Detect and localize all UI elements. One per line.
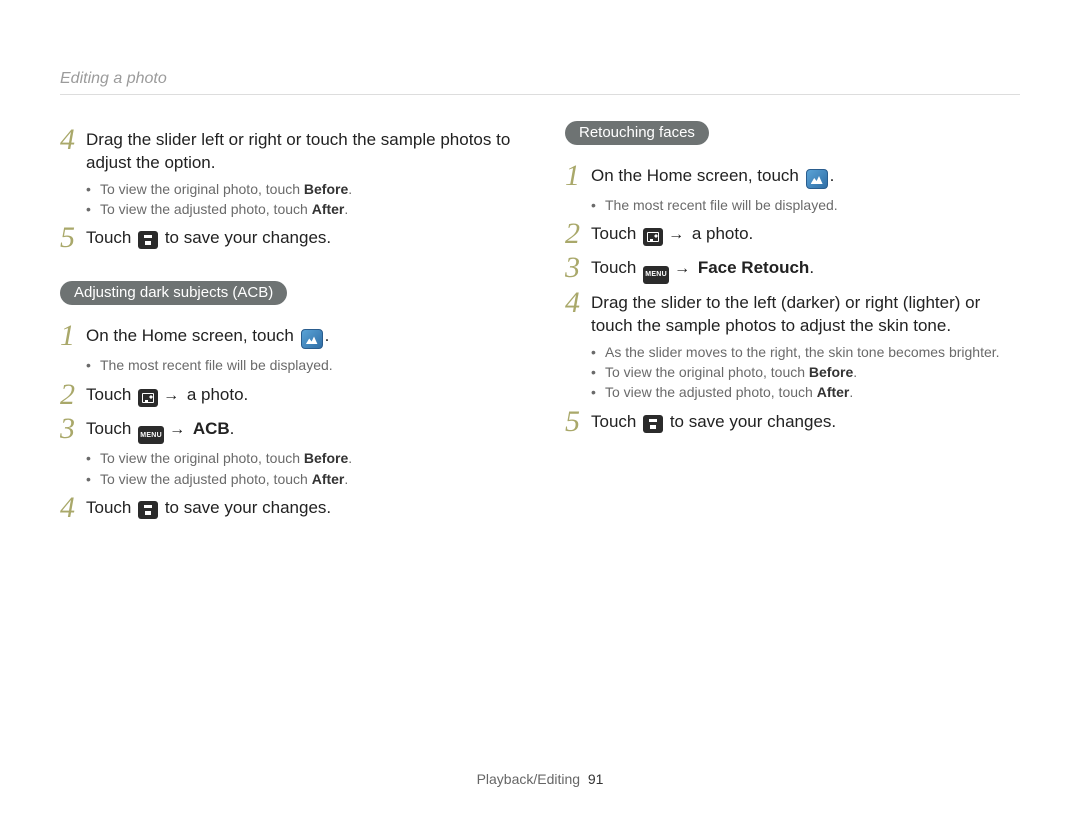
step-text: On the Home screen, touch . bbox=[86, 323, 329, 349]
step-text: Drag the slider to the left (darker) or … bbox=[591, 290, 1020, 338]
rf-step-2: 2 Touch → a photo. bbox=[565, 221, 1020, 249]
bullet: The most recent file will be displayed. bbox=[86, 355, 515, 375]
photo-app-icon bbox=[806, 169, 828, 189]
footer-section: Playback/Editing bbox=[477, 771, 581, 787]
save-icon bbox=[138, 231, 158, 249]
acb-step-4: 4 Touch to save your changes. bbox=[60, 495, 515, 523]
rf-step-5: 5 Touch to save your changes. bbox=[565, 409, 1020, 437]
menu-icon bbox=[643, 266, 669, 284]
menu-icon bbox=[138, 426, 164, 444]
acb-step-3: 3 Touch → ACB. bbox=[60, 416, 515, 445]
photo-browse-icon bbox=[643, 228, 663, 246]
step-text: Touch → Face Retouch. bbox=[591, 255, 814, 284]
step-number: 1 bbox=[60, 321, 86, 351]
step-number: 5 bbox=[60, 223, 86, 253]
section-heading-retouch: Retouching faces bbox=[565, 121, 709, 145]
rf-step-1-bullets: The most recent file will be displayed. bbox=[591, 195, 1020, 215]
acb-step-1-bullets: The most recent file will be displayed. bbox=[86, 355, 515, 375]
photo-browse-icon bbox=[138, 389, 158, 407]
manual-page: Editing a photo 4 Drag the slider left o… bbox=[0, 0, 1080, 815]
bullet: To view the original photo, touch Before… bbox=[86, 179, 515, 199]
bullet: To view the original photo, touch Before… bbox=[86, 448, 515, 468]
acb-step-3-bullets: To view the original photo, touch Before… bbox=[86, 448, 515, 489]
acb-step-2: 2 Touch → a photo. bbox=[60, 382, 515, 410]
arrow-icon: → bbox=[665, 226, 687, 243]
bullet: To view the adjusted photo, touch After. bbox=[591, 382, 1020, 402]
bullet: The most recent file will be displayed. bbox=[591, 195, 1020, 215]
arrow-icon: → bbox=[166, 421, 188, 438]
step-4-bullets: To view the original photo, touch Before… bbox=[86, 179, 515, 220]
rf-step-4: 4 Drag the slider to the left (darker) o… bbox=[565, 290, 1020, 338]
step-text: Drag the slider left or right or touch t… bbox=[86, 127, 515, 175]
bullet: To view the adjusted photo, touch After. bbox=[86, 199, 515, 219]
rf-step-1: 1 On the Home screen, touch . bbox=[565, 163, 1020, 191]
save-icon bbox=[138, 501, 158, 519]
save-icon bbox=[643, 415, 663, 433]
section-heading-acb: Adjusting dark subjects (ACB) bbox=[60, 281, 287, 305]
step-4: 4 Drag the slider left or right or touch… bbox=[60, 127, 515, 175]
step-number: 2 bbox=[60, 380, 86, 410]
step-number: 3 bbox=[60, 414, 86, 444]
step-number: 1 bbox=[565, 161, 591, 191]
acb-step-1: 1 On the Home screen, touch . bbox=[60, 323, 515, 351]
arrow-icon: → bbox=[671, 260, 693, 277]
step-text: On the Home screen, touch . bbox=[591, 163, 834, 189]
bullet: To view the original photo, touch Before… bbox=[591, 362, 1020, 382]
content-columns: 4 Drag the slider left or right or touch… bbox=[60, 121, 1020, 527]
step-number: 5 bbox=[565, 407, 591, 437]
step-number: 4 bbox=[565, 288, 591, 318]
rf-step-3: 3 Touch → Face Retouch. bbox=[565, 255, 1020, 284]
arrow-icon: → bbox=[160, 387, 182, 404]
step-number: 2 bbox=[565, 219, 591, 249]
step-text: Touch to save your changes. bbox=[591, 409, 836, 434]
breadcrumb: Editing a photo bbox=[60, 70, 1020, 95]
rf-step-4-bullets: As the slider moves to the right, the sk… bbox=[591, 342, 1020, 403]
right-column: Retouching faces 1 On the Home screen, t… bbox=[565, 121, 1020, 527]
step-text: Touch to save your changes. bbox=[86, 495, 331, 520]
photo-app-icon bbox=[301, 329, 323, 349]
step-5: 5 Touch to save your changes. bbox=[60, 225, 515, 253]
step-text: Touch to save your changes. bbox=[86, 225, 331, 250]
step-number: 4 bbox=[60, 493, 86, 523]
page-number: 91 bbox=[588, 771, 604, 787]
bullet: As the slider moves to the right, the sk… bbox=[591, 342, 1020, 362]
page-footer: Playback/Editing 91 bbox=[0, 771, 1080, 787]
bullet: To view the adjusted photo, touch After. bbox=[86, 469, 515, 489]
left-column: 4 Drag the slider left or right or touch… bbox=[60, 121, 515, 527]
step-number: 4 bbox=[60, 125, 86, 155]
step-text: Touch → a photo. bbox=[591, 221, 753, 246]
step-number: 3 bbox=[565, 253, 591, 283]
step-text: Touch → a photo. bbox=[86, 382, 248, 407]
step-text: Touch → ACB. bbox=[86, 416, 234, 445]
